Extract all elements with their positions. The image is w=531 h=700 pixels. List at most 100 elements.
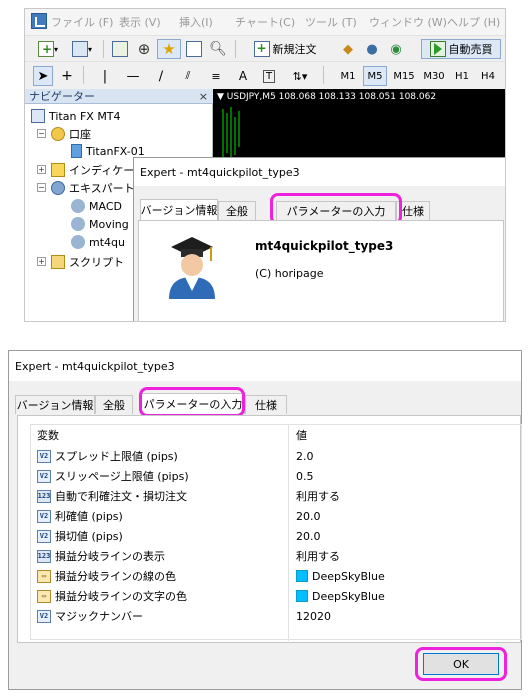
grid-header: 変数 値 <box>31 425 521 445</box>
vertical-line-tool[interactable]: | <box>97 66 113 86</box>
param-row[interactable]: 123 自動で利確注文・損切注文 利用する <box>31 486 521 506</box>
param-row[interactable]: V2 利確値 (pips) 20.0 <box>31 506 521 526</box>
tab-general[interactable]: 全般 <box>95 395 133 414</box>
tree-account-titanfx01[interactable]: TitanFX-01 <box>71 144 145 158</box>
channel-tool[interactable]: ⫽ <box>177 66 199 86</box>
param-value[interactable]: 12020 <box>296 610 331 623</box>
tree-ea-mt4quickpilot[interactable]: mt4qu <box>71 235 125 249</box>
tab-specs[interactable]: 仕様 <box>396 201 430 220</box>
param-row[interactable]: V2 マジックナンバー 12020 <box>31 606 521 626</box>
tree-ea-moving[interactable]: Moving <box>71 217 129 231</box>
param-name: 損益分岐ラインの表示 <box>55 550 165 563</box>
tree-root-titanfx[interactable]: Titan FX MT4 <box>31 109 121 123</box>
tf-m15[interactable]: M15 <box>391 66 417 86</box>
color-swatch <box>296 590 308 602</box>
data-window-button[interactable]: ⊕ <box>133 39 155 59</box>
chart-window-icon[interactable] <box>31 13 47 29</box>
new-chart-button[interactable]: + ▾ <box>33 39 63 59</box>
scripts-icon <box>51 255 65 269</box>
horizontal-line-icon: — <box>126 68 140 84</box>
tree-ea-macd[interactable]: MACD <box>71 199 122 213</box>
menu-help[interactable]: ヘルプ (H) <box>447 14 500 30</box>
tab-general[interactable]: 全般 <box>218 201 256 220</box>
tester-button[interactable]: 🔍︎ <box>207 39 229 59</box>
expand-scripts-toggle[interactable]: + <box>37 257 46 266</box>
crosshair-target-icon: ⊕ <box>137 40 151 58</box>
menu-chart[interactable]: チャート(C) <box>235 14 295 30</box>
profiles-icon <box>71 41 88 57</box>
param-value[interactable]: 利用する <box>296 548 340 564</box>
param-value[interactable]: 0.5 <box>296 470 314 483</box>
param-name: スプレッド上限値 (pips) <box>55 450 178 463</box>
trendline-tool[interactable]: ∕ <box>151 66 171 86</box>
menu-tools[interactable]: ツール (T) <box>305 14 357 30</box>
channel-icon: ⫽ <box>185 69 191 82</box>
label-tool[interactable]: T <box>259 66 279 86</box>
color-type-icon: ▭ <box>37 569 51 583</box>
tf-m1[interactable]: M1 <box>337 66 359 86</box>
line-studies-toolbar: ➤ + | — ∕ ⫽ ≡ A T ⇅▾ M1 M5 M15 M30 H1 H4 <box>25 61 505 89</box>
tf-m30[interactable]: M30 <box>421 66 447 86</box>
tf-h4[interactable]: H4 <box>477 66 499 86</box>
navigator-close-button[interactable]: × <box>199 90 208 103</box>
terminal-button[interactable] <box>183 39 205 59</box>
param-name: 自動で利確注文・損切注文 <box>55 490 187 503</box>
ok-button[interactable]: OK <box>423 653 499 675</box>
tree-scripts[interactable]: スクリプト <box>51 254 124 270</box>
metaeditor-button[interactable]: ◆ <box>337 39 359 59</box>
double-type-icon: V2 <box>37 509 51 523</box>
fibonacci-tool[interactable]: ≡ <box>205 66 227 86</box>
tab-input-parameters[interactable]: パラメーターの入力 <box>276 201 396 220</box>
param-value[interactable]: 20.0 <box>296 530 321 543</box>
tf-m5[interactable]: M5 <box>363 66 387 86</box>
tf-h1[interactable]: H1 <box>451 66 473 86</box>
param-value[interactable]: 利用する <box>296 488 340 504</box>
navigator-button[interactable]: ★ <box>157 39 181 59</box>
cursor-tool[interactable]: ➤ <box>33 66 53 86</box>
tab-version-info[interactable]: バージョン情報 <box>140 199 218 220</box>
expert-advisors-icon <box>51 181 65 195</box>
menu-view[interactable]: 表示 (V) <box>119 14 161 30</box>
param-row[interactable]: ▭ 損益分岐ラインの線の色 DeepSkyBlue <box>31 566 521 586</box>
signals-button[interactable]: ◉ <box>385 39 407 59</box>
auto-trading-button[interactable]: 自動売買 <box>421 39 501 59</box>
tree-ea-moving-label: Moving <box>89 217 129 231</box>
param-row[interactable]: V2 スプレッド上限値 (pips) 2.0 <box>31 446 521 466</box>
crosshair-tool[interactable]: + <box>57 66 77 86</box>
menu-window[interactable]: ウィンドウ (W) <box>369 14 447 30</box>
new-order-button[interactable]: + 新規注文 <box>241 39 329 59</box>
menu-file[interactable]: ファイル (F) <box>51 14 113 30</box>
tab-input-parameters[interactable]: パラメーターの入力 <box>141 393 245 414</box>
collapse-experts-toggle[interactable]: − <box>37 183 46 192</box>
arrows-tool[interactable]: ⇅▾ <box>285 66 315 86</box>
horizontal-line-tool[interactable]: — <box>123 66 143 86</box>
account-button[interactable]: ● <box>361 39 383 59</box>
param-row[interactable]: V2 損切値 (pips) 20.0 <box>31 526 521 546</box>
tab-specs[interactable]: 仕様 <box>245 395 287 414</box>
param-row[interactable]: ▭ 損益分岐ラインの文字の色 DeepSkyBlue <box>31 586 521 606</box>
dialog-title: Expert - mt4quickpilot_type3 <box>134 158 505 186</box>
expand-indicators-toggle[interactable]: + <box>37 165 46 174</box>
tree-indicators[interactable]: インディケータ <box>51 162 145 178</box>
profiles-button[interactable]: ▾ <box>67 39 97 59</box>
double-type-icon: V2 <box>37 469 51 483</box>
standard-toolbar: + ▾ ▾ ⊕ ★ 🔍︎ + 新規注文 ◆ ● ◉ 自動売買 <box>25 35 505 61</box>
param-value[interactable]: 2.0 <box>296 450 314 463</box>
text-tool[interactable]: A <box>233 66 253 86</box>
color-type-icon: ▭ <box>37 589 51 603</box>
param-value[interactable]: DeepSkyBlue <box>312 570 385 583</box>
param-value[interactable]: DeepSkyBlue <box>312 590 385 603</box>
tree-scripts-label: スクリプト <box>69 256 124 269</box>
ea-hat-icon <box>71 217 85 231</box>
ea-hat-icon <box>71 235 85 249</box>
market-watch-button[interactable] <box>109 39 131 59</box>
param-row[interactable]: V2 スリッページ上限値 (pips) 0.5 <box>31 466 521 486</box>
param-value[interactable]: 20.0 <box>296 510 321 523</box>
chart-symbol-info: ▼ USDJPY,M5 108.068 108.133 108.051 108.… <box>217 92 437 102</box>
tab-version-info[interactable]: バージョン情報 <box>15 395 95 414</box>
tree-accounts[interactable]: 口座 <box>51 126 91 142</box>
new-order-label: 新規注文 <box>272 43 317 56</box>
collapse-accounts-toggle[interactable]: − <box>37 129 46 138</box>
param-row[interactable]: 123 損益分岐ラインの表示 利用する <box>31 546 521 566</box>
menu-insert[interactable]: 挿入(I) <box>179 14 213 30</box>
